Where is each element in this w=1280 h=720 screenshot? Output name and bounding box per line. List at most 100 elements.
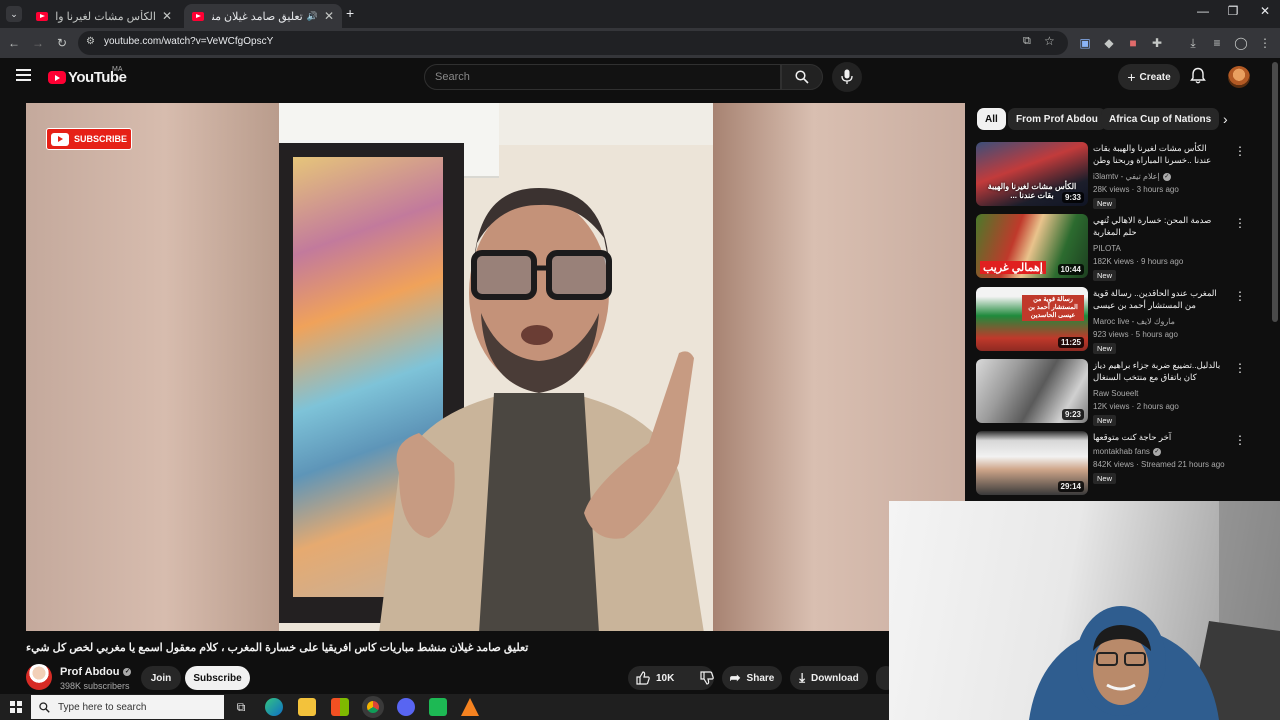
chevron-right-icon[interactable]: ›	[1223, 111, 1228, 127]
video-title[interactable]: آخر حاجة كنت متوقعها	[1093, 431, 1223, 443]
subscribe-watermark-button[interactable]: SUBSCRIBE	[46, 128, 132, 150]
task-view-icon[interactable]: ⧉	[232, 698, 250, 716]
tab-search-icon[interactable]: ⌄	[6, 6, 22, 22]
video-title[interactable]: بالدليل..تضييع ضربة جزاء براهيم دياز كان…	[1093, 359, 1223, 383]
like-button[interactable]: 10K	[636, 671, 674, 685]
video-title[interactable]: المغرب عندو الحاقدين.. رسالة قوية من الم…	[1093, 287, 1223, 311]
video-title[interactable]: الكأس مشات لغيرنا والهيبة بقات عندنا ..خ…	[1093, 142, 1223, 166]
video-thumbnail[interactable]: 29:14	[976, 431, 1088, 495]
more-options-icon[interactable]: ⋮	[1234, 361, 1246, 375]
page-scrollbar[interactable]	[1272, 62, 1278, 322]
video-thumbnail[interactable]: 9:23	[976, 359, 1088, 423]
chip-from-channel[interactable]: From Prof Abdou	[1008, 108, 1106, 130]
profile-icon[interactable]: ◯	[1233, 35, 1249, 51]
vlc-icon[interactable]	[461, 698, 479, 716]
recommendation-item[interactable]: 29:14 آخر حاجة كنت متوقعها montakhab fan…	[976, 431, 1266, 495]
close-tab-icon[interactable]: ✕	[324, 9, 334, 23]
subscribe-button[interactable]: Subscribe	[185, 666, 250, 690]
microphone-icon	[841, 69, 853, 84]
reading-list-icon[interactable]: ≡	[1209, 35, 1225, 51]
more-options-icon[interactable]: ⋮	[1234, 433, 1246, 447]
channel-name[interactable]: i3lamtv - إعلام تيفي ✓	[1093, 172, 1171, 181]
channel-name[interactable]: montakhab fans ✓	[1093, 447, 1161, 456]
forward-icon[interactable]: →	[30, 35, 46, 51]
recommendation-item[interactable]: رسالة قوية من المستشار أحمد بن عيسى الحا…	[976, 287, 1266, 354]
taskbar-search-box[interactable]: Type here to search	[31, 695, 224, 719]
browser-tab-2[interactable]: تعليق صامد غيلان منشط مبا 🔊 ✕	[184, 4, 342, 28]
recommendation-item[interactable]: الكأس مشات لغيرنا والهيبة بقات عندنا ...…	[976, 142, 1266, 209]
tab-title: الكأس مشات لغيرنا والهيبة بقات	[56, 10, 156, 23]
more-options-icon[interactable]: ⋮	[1234, 216, 1246, 230]
chip-all[interactable]: All	[977, 108, 1006, 130]
close-window-button[interactable]: ✕	[1250, 4, 1280, 18]
discord-icon[interactable]	[397, 698, 415, 716]
channel-name[interactable]: PILOTA	[1093, 244, 1121, 253]
search-button[interactable]	[781, 64, 823, 90]
channel-name-link[interactable]: Prof Abdou ✓	[60, 666, 132, 678]
reload-icon[interactable]: ↻	[54, 35, 70, 51]
install-app-icon[interactable]: ⧉	[1023, 35, 1031, 48]
browser-tab-1[interactable]: الكأس مشات لغيرنا والهيبة بقات ✕	[28, 4, 180, 28]
extensions-puzzle-icon[interactable]: ✚	[1149, 35, 1165, 51]
more-options-icon[interactable]: ⋮	[1234, 144, 1246, 158]
search-icon	[795, 70, 809, 84]
channel-name[interactable]: Raw Soueelt	[1093, 389, 1138, 398]
back-icon[interactable]: ←	[6, 35, 22, 51]
browser-menu-icon[interactable]: ⋮	[1257, 35, 1273, 51]
recommendation-item[interactable]: إهمالي غريب 10:44 صدمة المحن: خسارة الاه…	[976, 214, 1266, 281]
audio-playing-icon[interactable]: 🔊	[307, 11, 318, 22]
verified-check-icon: ✓	[1162, 172, 1171, 181]
tab-title: تعليق صامد غيلان منشط مبا	[212, 10, 303, 23]
video-duration: 11:25	[1057, 337, 1084, 348]
more-options-icon[interactable]: ⋮	[1234, 289, 1246, 303]
chrome-icon[interactable]	[362, 696, 384, 718]
download-icon[interactable]: ⤓	[1185, 35, 1201, 51]
store-icon[interactable]	[331, 698, 349, 716]
video-thumbnail[interactable]: الكأس مشات لغيرنا والهيبة بقات عندنا ...…	[976, 142, 1088, 206]
download-button[interactable]: ⤓ Download	[790, 666, 868, 690]
account-avatar[interactable]	[1228, 66, 1250, 88]
translate-extension-icon[interactable]: ▣	[1077, 35, 1093, 51]
youtube-logo[interactable]: YouTube MA	[48, 66, 127, 86]
browser-tab-strip: ⌄ الكأس مشات لغيرنا والهيبة بقات ✕ تعليق…	[0, 0, 1280, 28]
site-info-icon[interactable]: ⚙	[86, 36, 95, 47]
video-thumbnail[interactable]: رسالة قوية من المستشار أحمد بن عيسى الحا…	[976, 287, 1088, 351]
channel-name[interactable]: Maroc live - ماروك لايف	[1093, 317, 1175, 326]
dislike-button[interactable]	[700, 671, 715, 685]
notifications-bell-icon[interactable]	[1190, 67, 1206, 90]
close-tab-icon[interactable]: ✕	[162, 9, 172, 23]
maximize-button[interactable]: ❐	[1218, 4, 1248, 18]
join-button[interactable]: Join	[141, 666, 181, 690]
windows-start-icon[interactable]	[10, 701, 22, 713]
video-title[interactable]: صدمة المحن: خسارة الاهالي تُنهي حلم المغ…	[1093, 214, 1223, 238]
search-input[interactable]	[435, 71, 765, 83]
chip-africa-cup[interactable]: Africa Cup of Nations	[1101, 108, 1220, 130]
search-box[interactable]	[424, 64, 781, 90]
minimize-button[interactable]: —	[1188, 4, 1218, 18]
video-player[interactable]: SUBSCRIBE	[26, 103, 965, 631]
file-explorer-icon[interactable]	[298, 698, 316, 716]
extension-diamond-icon[interactable]: ◆	[1101, 35, 1117, 51]
extension-red-icon[interactable]: ■	[1125, 35, 1141, 51]
video-thumbnail[interactable]: إهمالي غريب 10:44	[976, 214, 1088, 278]
create-button[interactable]: + Create	[1118, 64, 1180, 90]
hamburger-menu-icon[interactable]	[16, 69, 31, 81]
video-duration: 9:23	[1061, 409, 1084, 420]
channel-avatar[interactable]	[26, 664, 52, 690]
voice-search-button[interactable]	[832, 62, 862, 92]
new-badge: New	[1093, 198, 1117, 209]
verified-check-icon: ✓	[123, 668, 132, 676]
address-bar[interactable]: ⚙ youtube.com/watch?v=VeWCfgOpscY ⧉ ☆	[78, 31, 1068, 55]
new-badge: New	[1093, 415, 1117, 426]
youtube-masthead: YouTube MA + Create	[0, 58, 1280, 98]
share-button[interactable]: ➦ Share	[722, 666, 782, 690]
app-green-icon[interactable]	[429, 698, 447, 716]
edge-browser-icon[interactable]	[265, 698, 283, 716]
recommendation-item[interactable]: 9:23 بالدليل..تضييع ضربة جزاء براهيم ديا…	[976, 359, 1266, 426]
bookmark-star-icon[interactable]: ☆	[1044, 34, 1055, 48]
video-meta: 182K views · 9 hours ago	[1093, 257, 1184, 266]
video-meta: 923 views · 5 hours ago	[1093, 330, 1178, 339]
channel-label: PILOTA	[1093, 244, 1121, 253]
new-tab-button[interactable]: +	[346, 5, 354, 21]
video-meta: 842K views · Streamed 21 hours ago	[1093, 460, 1225, 469]
